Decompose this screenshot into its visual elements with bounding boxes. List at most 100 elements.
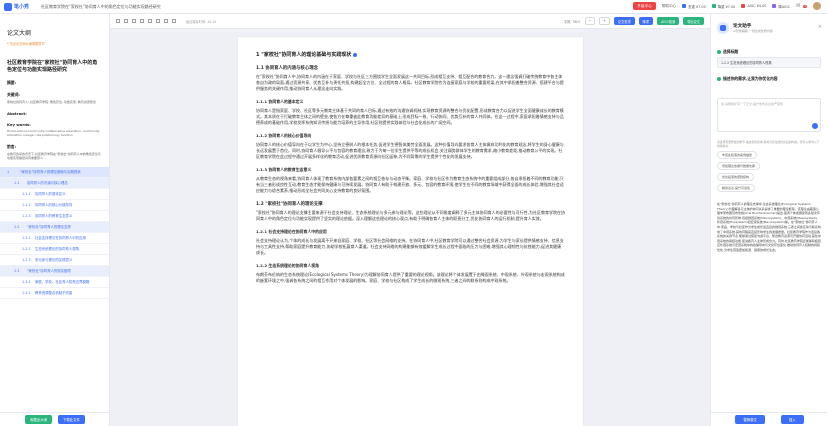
dup-icon (682, 4, 687, 8)
badge-rewrite[interactable]: 降重 ¥7.00 (711, 4, 735, 9)
outline-item[interactable]: 1.1 协同育人的内涵与核心理念 (0, 177, 109, 189)
assistant-footer: 替换原文 插入 (711, 412, 827, 426)
aigc-icon (741, 4, 746, 8)
paper-heading: 1.1 协同育人的内涵与核心理念 (256, 65, 565, 71)
suggestion-chip[interactable]: 增加理论依据与数据支撑 (717, 162, 761, 170)
outline-item[interactable]: 1.3.2 教育资源整合机制不完善 (0, 288, 109, 299)
heading-text: 1 "家校社"协同育人的理论基础与实践现状 (256, 52, 352, 58)
zoom-out-button[interactable]: − (584, 17, 596, 25)
logo-icon (4, 2, 12, 11)
close-icon[interactable]: × (818, 24, 822, 30)
badge-de-aigc[interactable]: 降AIGC (772, 4, 790, 9)
preface-label[interactable]: 前言: (7, 144, 109, 150)
paper-paragraph: 布朗芬布伦纳的生态系统理论(Ecological Systems Theory)… (256, 272, 565, 284)
rewrite-button[interactable]: 降重 (638, 17, 654, 25)
image-icon[interactable] (172, 19, 176, 23)
heading-icon[interactable] (148, 19, 152, 23)
paragraph-text: 协同育人的核心价值导向在于以学生为中心,坚持立德树人的根本任务,促进学生德智体美… (256, 142, 564, 159)
outline-item[interactable]: 1 "家校社"协同育人的理论基础与实践现状 (0, 166, 109, 178)
paper-heading: 1.2.1 社会支持理论在协同育人中的应用 (256, 229, 565, 235)
app-logo[interactable]: 笔小秀 (4, 2, 30, 11)
outline-list: 1 "家校社"协同育人的理论基础与实践现状 1.1 协同育人的内涵与核心理念 1.1.1… (0, 166, 109, 299)
outline-item-number: 1.2.1 (22, 235, 31, 240)
insert-button[interactable]: 插入 (780, 415, 804, 424)
badge-aigc[interactable]: AIGC ¥4.00 (741, 4, 766, 8)
outline-item[interactable]: 1.1.1 协同育人的基本定义 (0, 189, 109, 200)
outline-item-number: 1.2.3 (22, 257, 31, 262)
outline-item-label: "家校社"协同育人的现实困境 (27, 269, 71, 274)
undo-icon[interactable] (116, 19, 120, 23)
bold-icon[interactable] (132, 19, 136, 23)
outline-item[interactable]: 1.2.1 社会支持理论在协同育人中的应用 (0, 233, 109, 244)
italic-icon[interactable] (140, 19, 144, 23)
heading-text: 1.2.2 生态系统理论的协同育人视角 (256, 263, 320, 268)
outline-item[interactable]: 1.2 "家校社"协同育人的理论支撑 (0, 221, 109, 233)
editor-toolbar: 最近保存时间: 10:15 字数: 3807 − + 论文查重 降重 AIGC检… (110, 14, 710, 29)
paper-heading: 1.1.2 协同育人的核心价值导向 (256, 133, 565, 139)
selected-title-field[interactable]: 1.2.2 生态系统理论的协同育人视角 (717, 57, 821, 68)
outline-item-number: 1.3.2 (22, 290, 31, 295)
heading-text: 1.2 "家校社"协同育人的理论支撑 (256, 202, 323, 207)
paper-title[interactable]: 社区教育学院在"家校社"协同育人中的角色定位与功能实现路径研究 (7, 60, 102, 74)
keywords-en-text: Home-school-community collaborative educ… (7, 128, 100, 138)
outline-item-number: 1.2.2 (22, 246, 31, 251)
download-file-button[interactable]: 下载此文件 (58, 415, 85, 424)
outline-item[interactable]: 1.3 "家校社"协同育人的现实困境 (0, 265, 109, 277)
paper-document[interactable]: 1 "家校社"协同育人的理论基础与实践现状 1.1 协同育人的内涵与核心理念 在"家… (238, 37, 583, 426)
abstract-label[interactable]: 摘要: (7, 80, 109, 86)
assistant-subtitle: AI智能辅助,一键生成优质内容 (733, 29, 773, 33)
outline-item-number: 1.1 (14, 180, 20, 185)
logo-text: 笔小秀 (14, 4, 30, 10)
list-icon[interactable] (156, 19, 160, 23)
paragraph-text: 协同育人是指家庭、学校、社区等多元教育主体基于共同的育人目标,通过有效的沟通协调… (256, 108, 564, 125)
outline-item-label: 生态系统理论的协同育人视角 (35, 247, 80, 252)
need-input[interactable]: 如:请帮我扩写一下正文,提升学术表达的严谨性 (717, 98, 821, 132)
export-paper-button[interactable]: 导出论文 (683, 17, 704, 25)
assistant-panel: 论文助手 AI智能辅助,一键生成优质内容 × 选择标题 1.2.2 生态系统理论… (710, 14, 827, 426)
suggestion-chip[interactable]: 精简表达,提升可读性 (717, 184, 755, 192)
word-count: 字数: 3807 (564, 19, 581, 24)
assistant-answer: 在"家校社"协同育人的理论支撑中,生态系统理论(Ecological Syste… (717, 202, 821, 252)
dup-check-button[interactable]: 论文查重 (613, 17, 635, 25)
keywords-en-label: Key words: (7, 121, 31, 127)
outline-footer: 收藏此大纲 下载此文件 (0, 412, 109, 426)
outline-item[interactable]: 1.2.2 生态系统理论的协同育人视角 (0, 244, 109, 255)
save-outline-button[interactable]: 收藏此大纲 (25, 415, 52, 424)
paragraph-text: 社会支持理论认为,个体的成长与发展离不开来自家庭、学校、社区等社会网络的支持。在… (256, 238, 564, 255)
heading-text: 1.2.1 社会支持理论在协同育人中的应用 (256, 229, 327, 234)
select-title-section: 选择标题 (717, 49, 738, 55)
outline-item-label: 协同育人的核心价值导向 (35, 203, 73, 208)
outline-item[interactable]: 1.2.3 多元参与理论的实践意义 (0, 255, 109, 266)
outline-item-label: "家校社"协同育人的理论支撑 (27, 225, 71, 230)
upgrade-button[interactable]: 升级中心 (633, 2, 656, 10)
suggestion-chip[interactable]: 优化段落的逻辑结构 (717, 173, 755, 181)
document-title: 社区教育学院在"家校社"协同育人中的角色定位与功能实现路径研究 (41, 3, 161, 9)
table-icon[interactable] (164, 19, 168, 23)
outline-item[interactable]: 1.1.3 协同育人的教育生态意义 (0, 211, 109, 222)
outline-item-label: 协同育人的内涵与核心理念 (27, 181, 68, 186)
heading-text: 1.1.3 协同育人的教育生态意义 (256, 167, 312, 172)
outline-panel: 论文大纲 * 可点击左侧大纲调整章节 社区教育学院在"家校社"协同育人中的角色定… (0, 14, 110, 426)
abstract-en-label[interactable]: Abstract: (7, 111, 109, 116)
badge-dup[interactable]: 查重 ¥7.00 (682, 4, 706, 9)
outline-hint: * 可点击左侧大纲调整章节 (7, 42, 45, 46)
top-right-actions: 升级中心 帮助中心 查重 ¥7.00 降重 ¥7.00 AIGC ¥4.00 降… (633, 2, 821, 10)
outline-item-number: 1.1.2 (22, 202, 31, 207)
outline-item-number: 1.3.1 (22, 279, 31, 284)
redo-icon[interactable] (124, 19, 128, 23)
paper-heading: 1.1.1 协同育人的基本定义 (256, 99, 565, 105)
paper-paragraph: 协同育人的核心价值导向在于以学生为中心,坚持立德树人的根本任务,促进学生德智体美… (256, 142, 565, 160)
avatar[interactable] (813, 2, 821, 10)
send-icon[interactable] (812, 123, 818, 129)
top-bar: 笔小秀 社区教育学院在"家校社"协同育人中的角色定位与功能实现路径研究 升级中心… (0, 0, 827, 14)
aigc-check-button[interactable]: AIGC检测 (657, 17, 680, 25)
outline-item[interactable]: 1.3.1 家庭、学校、社区育人权责边界模糊 (0, 277, 109, 288)
suggestion-chip[interactable]: 丰富此段落的案例描述 (717, 151, 758, 159)
bell-icon[interactable]: ✉ 1 (796, 3, 807, 9)
zoom-in-button[interactable]: + (599, 17, 610, 25)
replace-text-button[interactable]: 替换原文 (735, 415, 765, 424)
outline-item[interactable]: 1.1.2 协同育人的核心价值导向 (0, 200, 109, 211)
outline-item-label: 多元参与理论的实践意义 (35, 258, 73, 263)
help-button[interactable]: 帮助中心 (662, 4, 676, 9)
heading-text: 1.1 协同育人的内涵与核心理念 (256, 66, 318, 71)
